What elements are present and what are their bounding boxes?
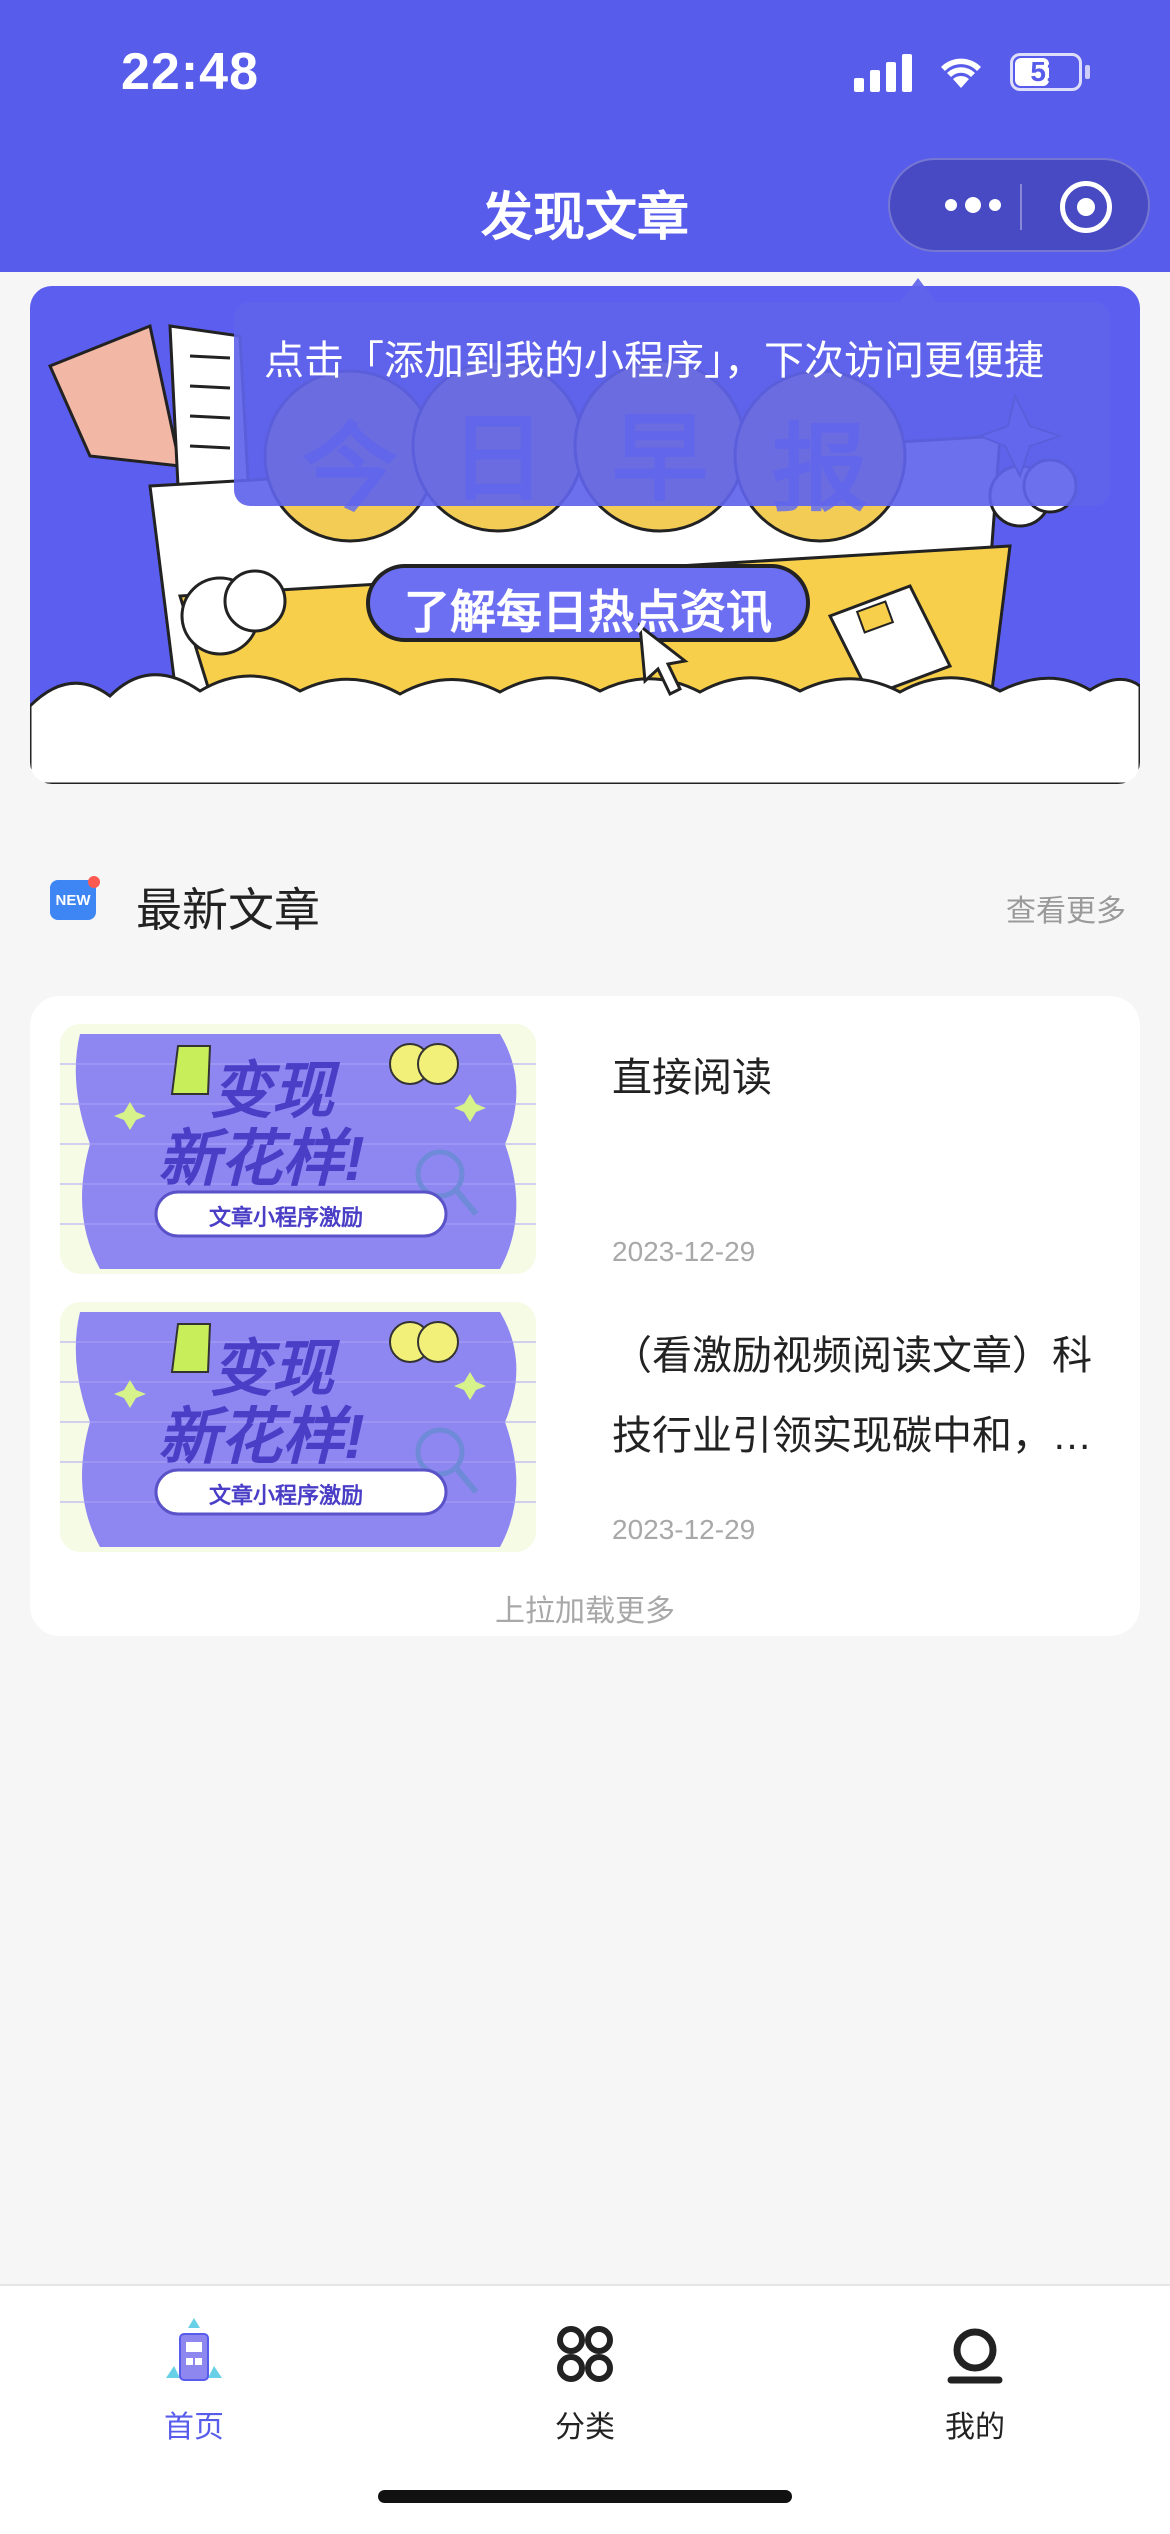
tab-label: 我的 bbox=[945, 2411, 1005, 2444]
new-badge-icon: NEW bbox=[50, 876, 100, 920]
tab-home[interactable]: 首页 bbox=[94, 2304, 294, 2444]
wifi-icon bbox=[941, 58, 981, 88]
status-icons: 51 bbox=[854, 52, 1090, 92]
tab-profile[interactable]: 我的 bbox=[875, 2304, 1075, 2444]
battery-icon: 51 bbox=[1010, 53, 1090, 91]
article-list: 变现 新花样! 文章小程序激励 直接阅读 2023-12-29 变现 新花样! … bbox=[30, 996, 1140, 1636]
article-item[interactable]: 变现 新花样! 文章小程序激励 直接阅读 2023-12-29 bbox=[60, 1024, 1120, 1274]
tooltip-arrow bbox=[900, 278, 936, 302]
tab-category[interactable]: 分类 bbox=[485, 2304, 685, 2444]
top-bar: 22:48 51 发现文章 bbox=[0, 0, 1170, 272]
category-icon bbox=[557, 2326, 613, 2382]
article-title[interactable]: （看激励视频阅读文章）科技行业引领实现碳中和，从绿色能源到节能技术的创新应用 bbox=[612, 1316, 1112, 1476]
load-more-hint: 上拉加载更多 bbox=[495, 1595, 675, 1628]
thumbnail-tag: 文章小程序激励 bbox=[208, 1483, 363, 1508]
cellular-signal-icon bbox=[854, 52, 912, 92]
more-icon[interactable] bbox=[928, 183, 1018, 227]
thumbnail-line2: 新花样! bbox=[158, 1125, 365, 1194]
profile-icon bbox=[947, 2328, 1003, 2384]
close-miniprogram-icon[interactable] bbox=[1060, 181, 1112, 233]
battery-level: 51 bbox=[1030, 56, 1062, 87]
article-title[interactable]: 直接阅读 bbox=[612, 1038, 1112, 1118]
article-date: 2023-12-29 bbox=[612, 1236, 756, 1267]
article-thumbnail: 变现 新花样! 文章小程序激励 bbox=[60, 1024, 536, 1274]
add-to-miniprogram-tooltip[interactable]: 点击「添加到我的小程序」，下次访问更便捷 bbox=[234, 302, 1110, 506]
thumbnail-line2: 新花样! bbox=[158, 1403, 365, 1472]
thumbnail-tag: 文章小程序激励 bbox=[208, 1205, 363, 1230]
tab-label: 首页 bbox=[164, 2411, 224, 2444]
article-item[interactable]: 变现 新花样! 文章小程序激励 （看激励视频阅读文章）科技行业引领实现碳中和，从… bbox=[60, 1302, 1120, 1552]
mini-program-capsule bbox=[888, 158, 1150, 252]
status-time: 22:48 bbox=[121, 43, 259, 101]
home-icon bbox=[166, 2318, 222, 2381]
tab-label: 分类 bbox=[555, 2411, 615, 2444]
article-date: 2023-12-29 bbox=[612, 1514, 756, 1545]
view-more-link[interactable]: 查看更多 bbox=[1006, 886, 1126, 930]
banner-subtitle: 了解每日热点资讯 bbox=[404, 586, 772, 638]
article-thumbnail: 变现 新花样! 文章小程序激励 bbox=[60, 1302, 536, 1552]
home-indicator bbox=[378, 2490, 792, 2503]
section-title: 最新文章 bbox=[136, 884, 320, 936]
